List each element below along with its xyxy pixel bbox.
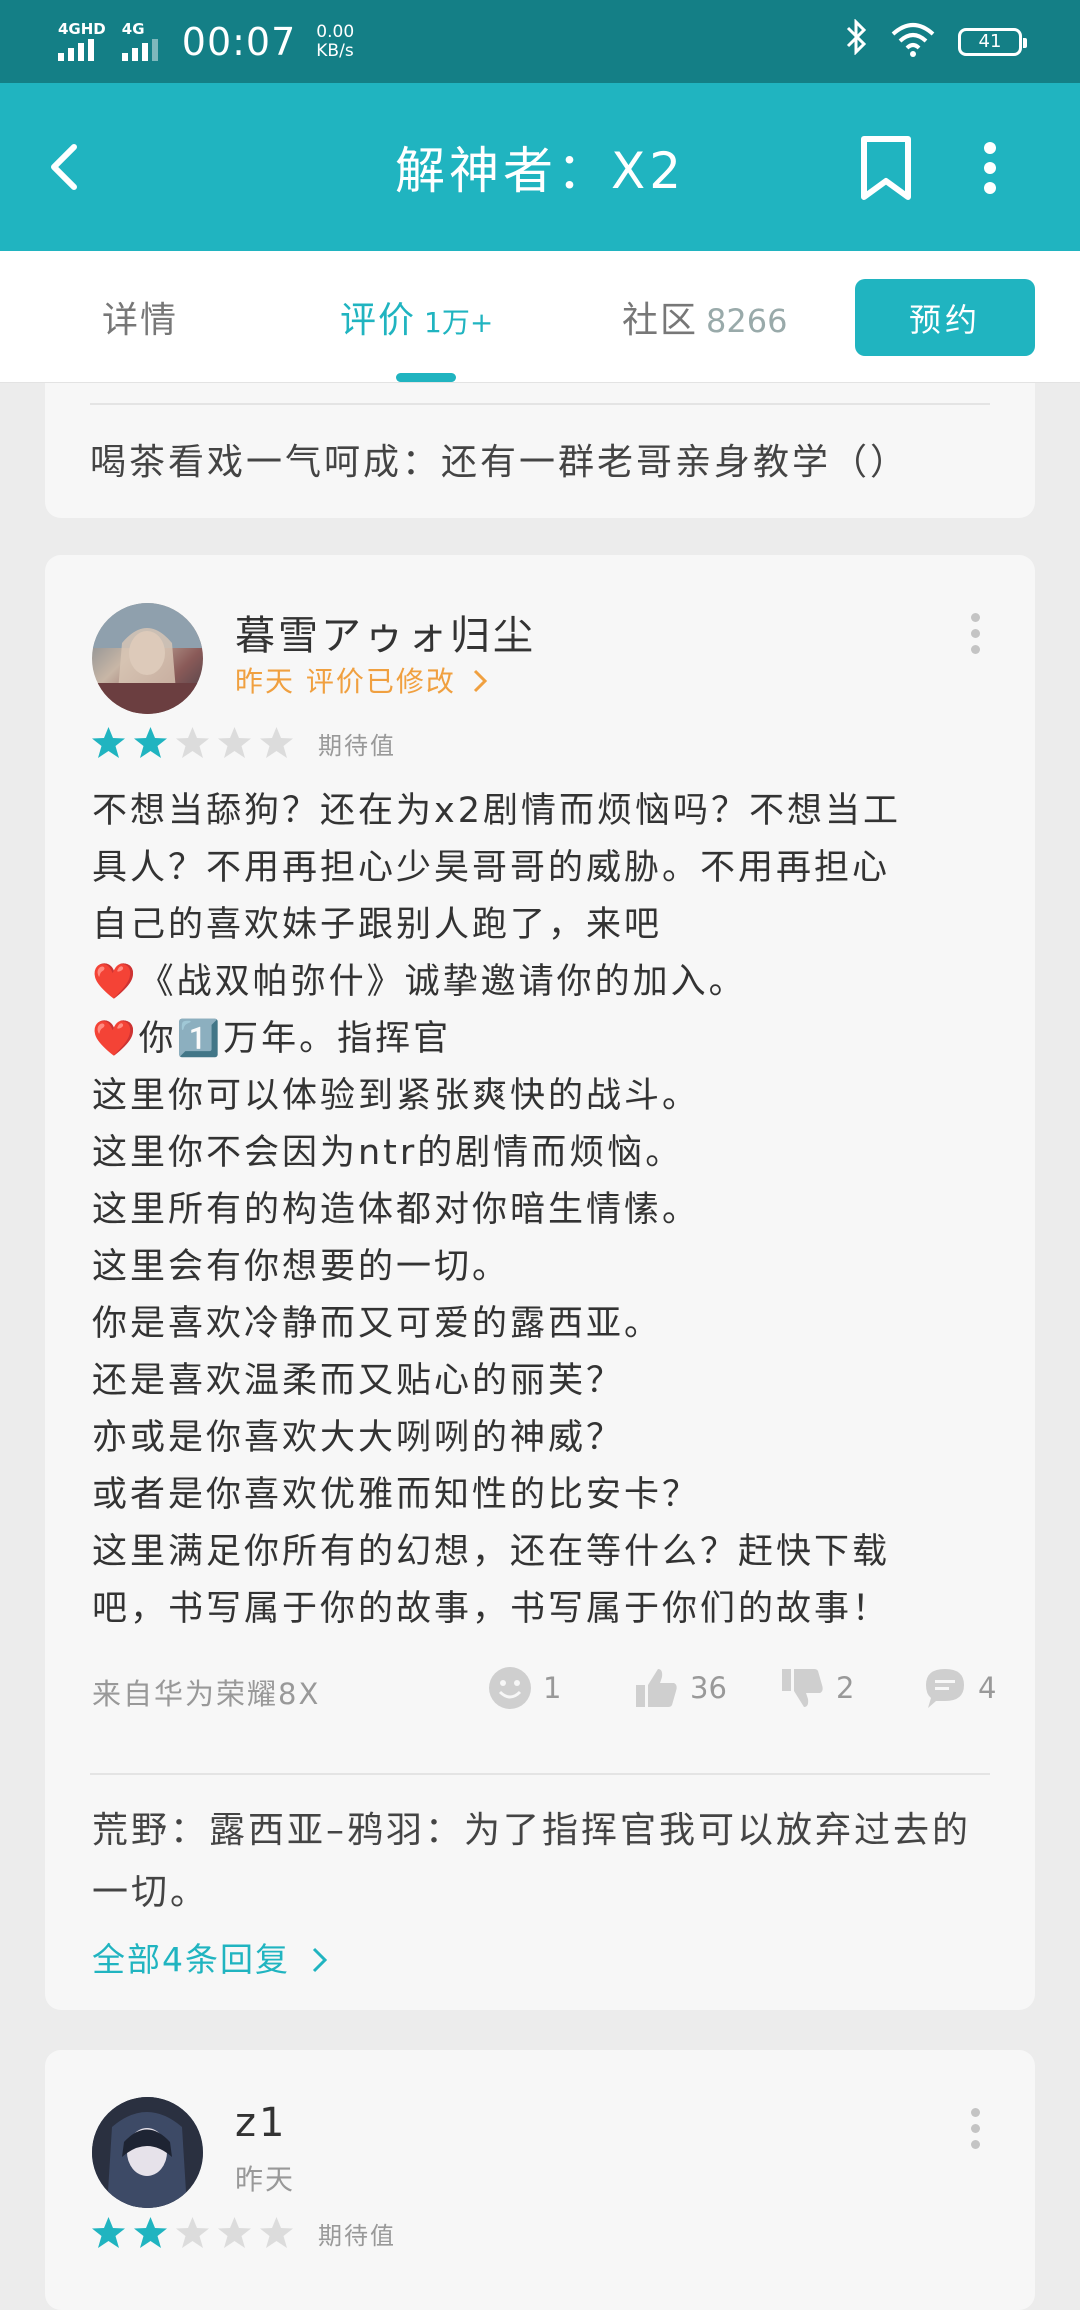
star-empty-icon	[218, 727, 251, 758]
signal-1-label: 4GHD	[58, 20, 106, 38]
all-replies-text: 全部4条回复	[92, 1940, 290, 1979]
review-body: 不想当舔狗？还在为x2剧情而烦恼吗？不想当工 具人？不用再担心少昊哥哥的威胁。不用…	[92, 783, 1022, 1638]
star-filled-icon	[134, 727, 167, 758]
app-bar: 解神者：X2	[0, 83, 1080, 251]
like-button[interactable]: 36	[634, 1665, 727, 1711]
status-bar-right: 41	[844, 18, 1027, 64]
chevron-right-icon	[312, 1947, 327, 1973]
star-empty-icon	[176, 727, 209, 758]
signal-2: 4G	[121, 20, 158, 61]
battery-icon: 41	[958, 27, 1027, 56]
star-empty-icon	[218, 2217, 251, 2248]
more-vertical-icon	[984, 142, 996, 194]
review-body-line: 还是喜欢温柔而又贴心的丽芙？	[92, 1361, 625, 1401]
smile-button[interactable]: 1	[487, 1665, 561, 1711]
review-body-line: 这里会有你想要的一切。	[92, 1247, 511, 1287]
rating-label: 期待值	[318, 732, 396, 760]
username[interactable]: 暮雪アゥォ归尘	[235, 603, 536, 661]
signal-2-bars-icon	[121, 39, 158, 61]
username[interactable]: z1	[235, 2100, 287, 2146]
network-speed: 0.00 KB/s	[316, 21, 355, 61]
rating-stars: 期待值	[90, 2215, 396, 2252]
tab-reviews-count: 1万+	[424, 306, 494, 339]
star-filled-icon	[134, 2217, 167, 2248]
avatar[interactable]	[92, 603, 203, 714]
bookmark-button[interactable]	[856, 135, 916, 203]
star-filled-icon	[92, 2217, 125, 2248]
status-bar-left: 4GHD 4G 00:07 0.00 KB/s	[58, 20, 354, 64]
star-filled-icon	[92, 727, 125, 758]
smile-count: 1	[543, 1671, 562, 1705]
review-body-line: 你是喜欢冷静而又可爱的露西亚。	[92, 1304, 663, 1344]
all-replies-link[interactable]: 全部4条回复	[92, 1933, 329, 1981]
review-body-line: 自己的喜欢妹子跟别人跑了，来吧	[92, 905, 663, 945]
network-speed-unit: KB/s	[316, 40, 354, 61]
review-body-line: 这里所有的构造体都对你暗生情愫。	[92, 1190, 701, 1230]
tab-community-label: 社区	[622, 300, 699, 341]
avatar[interactable]	[92, 2097, 203, 2208]
review-body-line: 亦或是你喜欢大大咧咧的神威？	[92, 1418, 625, 1458]
star-empty-icon	[260, 727, 293, 758]
page-title: 解神者：X2	[394, 142, 686, 200]
status-bar: 4GHD 4G 00:07 0.00 KB/s 41	[0, 0, 1080, 83]
review-body-line: ❤️你1️⃣万年。指挥官	[92, 1019, 452, 1059]
review-card[interactable]: 暮雪アゥォ归尘 昨天 评价已修改 期待值 不想当舔狗？还在为x2剧情而烦恼吗？不…	[45, 555, 1035, 2010]
battery-level: 41	[978, 31, 1002, 52]
rating-label: 期待值	[318, 2222, 396, 2250]
tab-community[interactable]: 社区 8266	[622, 291, 787, 343]
review-card-previous: 喝茶看戏一气呵成：还有一群老哥亲身教学（）	[45, 383, 1035, 518]
review-time: 昨天	[235, 2163, 296, 2196]
star-empty-icon	[260, 2217, 293, 2248]
star-empty-icon	[176, 2217, 209, 2248]
review-time-edited[interactable]: 昨天 评价已修改	[235, 660, 489, 700]
comment-icon	[926, 1669, 964, 1708]
review-time-edited-text: 昨天 评价已修改	[235, 665, 456, 698]
review-body-line: 不想当舔狗？还在为x2剧情而烦恼吗？不想当工	[92, 791, 901, 831]
review-body-line: 或者是你喜欢优雅而知性的比安卡？	[92, 1475, 701, 1515]
tab-reviews[interactable]: 评价 1万+	[340, 291, 493, 343]
thumbs-up-icon	[636, 1669, 677, 1707]
thumbs-down-icon	[782, 1669, 823, 1707]
review-body-line: 吧，书写属于你的故事，书写属于你们的故事！	[92, 1589, 891, 1629]
review-body-line: 这里你可以体验到紧张爽快的战斗。	[92, 1076, 701, 1116]
tab-community-count: 8266	[706, 302, 788, 340]
review-meta-row: 来自华为荣耀8X 1 36 2 4	[92, 1665, 996, 1715]
comment-count: 4	[978, 1671, 997, 1705]
reply-preview[interactable]: 喝茶看戏一气呵成：还有一群老哥亲身教学（）	[90, 433, 909, 485]
review-body-line: 这里你不会因为ntr的剧情而烦恼。	[92, 1133, 684, 1173]
review-body-line: ❤️《战双帕弥什》诚挚邀请你的加入。	[92, 962, 747, 1002]
avatar-image	[92, 603, 203, 714]
reply-preview[interactable]: 荒野：露西亚–鸦羽：为了指挥官我可以放弃过去的一切。	[92, 1800, 992, 1924]
network-speed-value: 0.00	[316, 21, 355, 42]
comment-button[interactable]: 4	[922, 1665, 996, 1711]
review-more-icon[interactable]	[965, 2108, 985, 2152]
review-card[interactable]: z1 昨天 期待值	[45, 2050, 1035, 2310]
signal-1: 4GHD	[58, 22, 106, 61]
smile-icon	[489, 1667, 531, 1709]
clock: 00:07	[181, 19, 297, 64]
device-label: 来自华为荣耀8X	[92, 1677, 321, 1711]
wifi-icon	[890, 22, 936, 62]
more-button[interactable]	[970, 138, 1010, 198]
dislike-button[interactable]: 2	[780, 1665, 854, 1711]
avatar-image	[92, 2097, 203, 2208]
tab-indicator	[396, 373, 456, 382]
dislike-count: 2	[836, 1671, 855, 1705]
review-body-line: 这里满足你所有的幻想，还在等什么？赶快下载	[92, 1532, 891, 1572]
divider	[90, 403, 990, 405]
chevron-right-icon	[473, 669, 487, 693]
review-body-line: 具人？不用再担心少昊哥哥的威胁。不用再担心	[92, 848, 891, 888]
tab-reviews-label: 评价	[340, 300, 417, 341]
rating-stars: 期待值	[90, 725, 396, 762]
signal-1-bars-icon	[58, 39, 94, 61]
bookmark-icon	[861, 136, 911, 200]
signal-2-label: 4G	[121, 20, 145, 38]
review-more-icon[interactable]	[965, 613, 985, 657]
bluetooth-icon	[844, 18, 868, 64]
tab-details[interactable]: 详情	[102, 291, 178, 343]
like-count: 36	[690, 1671, 727, 1705]
reserve-button[interactable]: 预约	[855, 279, 1035, 356]
tab-details-label: 详情	[102, 300, 179, 341]
divider	[90, 1773, 990, 1775]
